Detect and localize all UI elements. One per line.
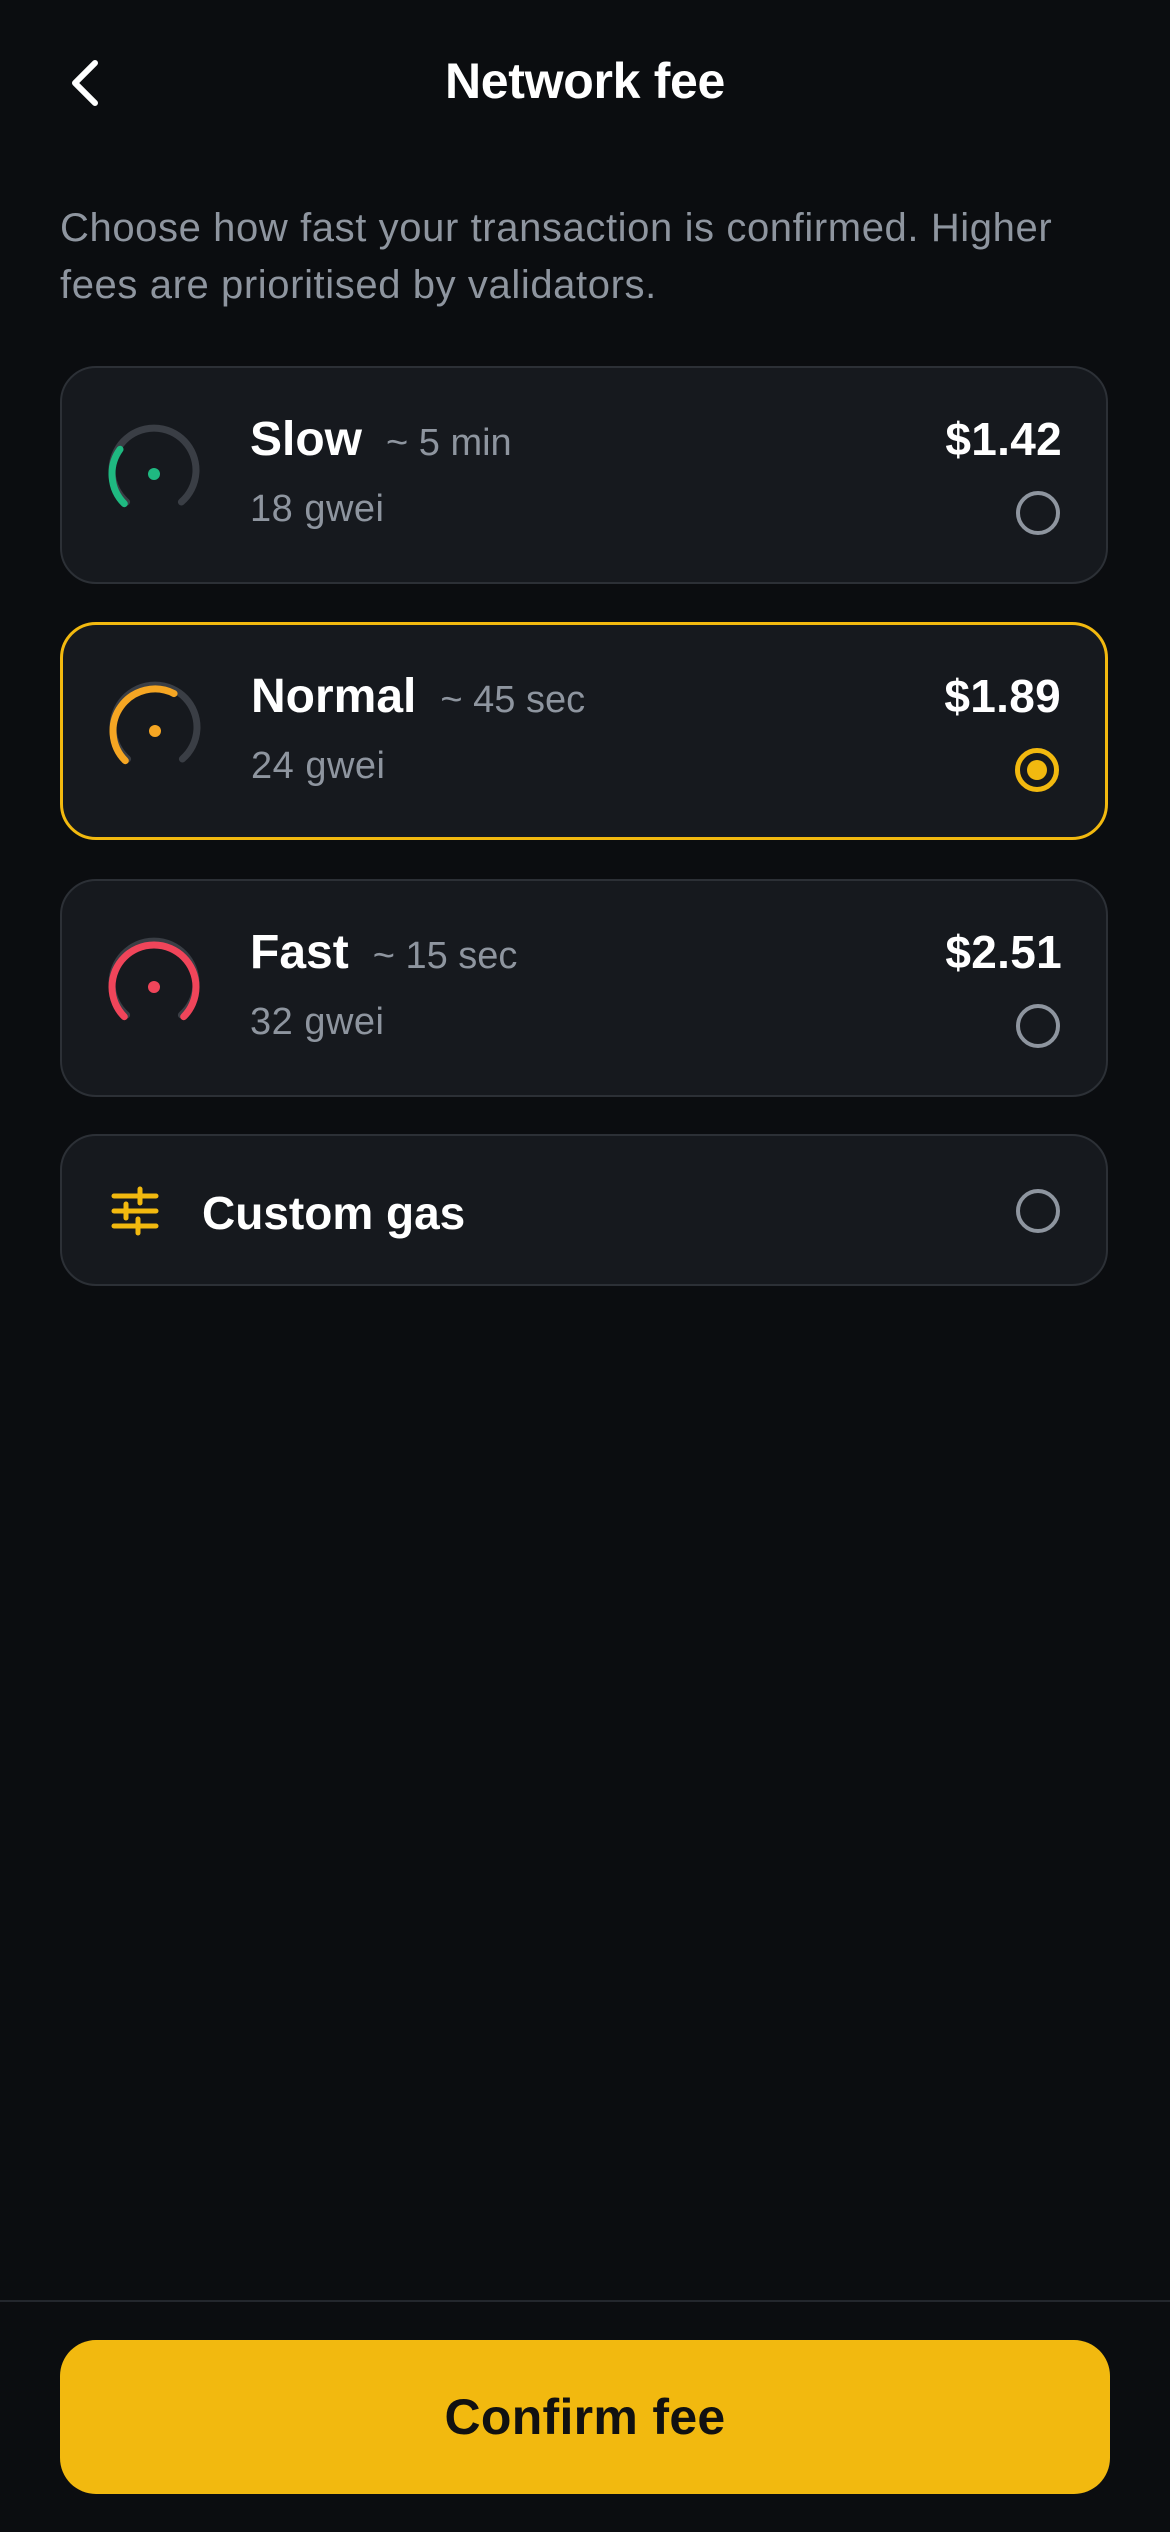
option-name: Fast ~ 15 sec <box>250 925 517 980</box>
option-title: Normal <box>251 670 417 723</box>
option-radio[interactable] <box>1016 1189 1060 1233</box>
option-price: $1.89 <box>944 670 1061 722</box>
speed-gauge-icon <box>109 681 201 765</box>
custom-gas-label: Custom gas <box>202 1187 466 1239</box>
gauge-dot <box>148 981 160 993</box>
option-price: $1.42 <box>945 413 1062 465</box>
gauge-fill <box>108 941 200 1021</box>
page-title: Network fee <box>444 53 726 109</box>
footer-divider <box>0 2300 1170 2302</box>
gauge-track <box>108 424 200 506</box>
option-gwei: 18 gwei <box>250 488 385 530</box>
option-radio[interactable] <box>1016 1004 1060 1048</box>
option-title: Slow <box>250 413 363 466</box>
gauge-track <box>108 937 200 1019</box>
gauge-dot <box>149 725 161 737</box>
intro-text: Choose how fast your transaction is conf… <box>60 206 1053 307</box>
option-name: Slow ~ 5 min <box>250 412 512 467</box>
header: Network fee <box>0 0 1170 170</box>
option-title: Fast <box>250 926 349 979</box>
option-radio[interactable] <box>1016 491 1060 535</box>
fee-option-normal[interactable]: Normal ~ 45 sec 24 gwei $1.89 <box>60 622 1108 840</box>
option-eta: ~ 15 sec <box>372 935 518 977</box>
option-gwei: 32 gwei <box>250 1001 385 1043</box>
speed-gauge-icon <box>108 424 200 508</box>
sliders-icon <box>111 1186 159 1236</box>
speed-gauge-icon <box>108 937 200 1021</box>
option-radio[interactable] <box>1015 748 1059 792</box>
fee-option-fast[interactable]: Fast ~ 15 sec 32 gwei $2.51 <box>60 879 1108 1097</box>
option-price: $2.51 <box>945 926 1062 978</box>
option-name: Normal ~ 45 sec <box>251 669 585 724</box>
option-eta: ~ 5 min <box>386 422 512 464</box>
fee-option-slow[interactable]: Slow ~ 5 min 18 gwei $1.42 <box>60 366 1108 584</box>
confirm-fee-button[interactable]: Confirm fee <box>60 2340 1110 2494</box>
gauge-dot <box>148 468 160 480</box>
option-eta: ~ 45 sec <box>440 679 586 721</box>
option-gwei: 24 gwei <box>251 745 386 787</box>
fee-option-custom[interactable]: Custom gas <box>60 1134 1108 1286</box>
